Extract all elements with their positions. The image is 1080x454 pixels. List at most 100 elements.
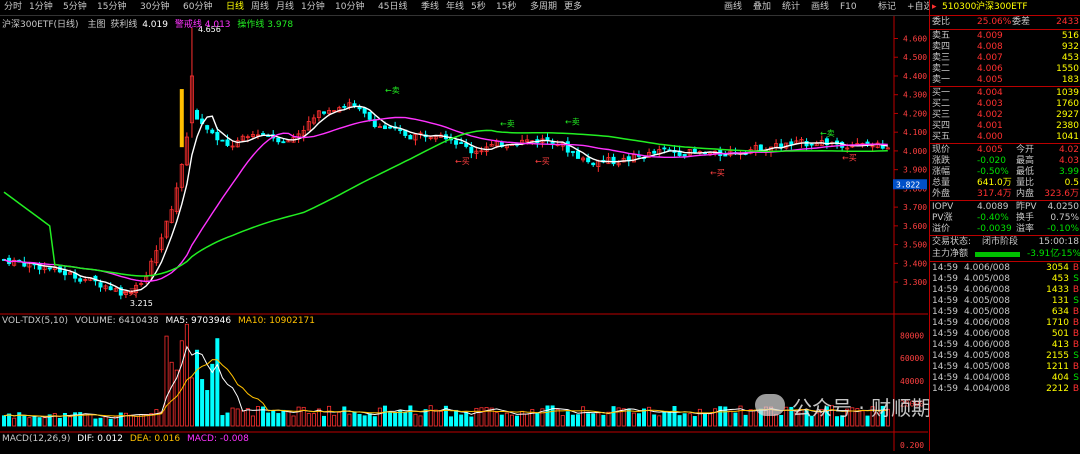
toolbar-btn-3[interactable]: 画线 xyxy=(811,1,829,14)
toolbar-btn-1[interactable]: 叠加 xyxy=(753,1,771,14)
period-tab-1[interactable]: 1分钟 xyxy=(29,1,53,14)
divider-2 xyxy=(930,86,1080,87)
ask-row-3: 卖二 4.006 1550 xyxy=(930,64,1080,75)
tick-flag-1: S xyxy=(1073,274,1079,284)
weicha-label: 委差 xyxy=(1012,17,1031,27)
stat-label-b-0: 今开 xyxy=(1016,145,1035,155)
tick-price-3: 4.005/008 xyxy=(964,296,1010,306)
vol-bar-48 xyxy=(245,408,250,427)
vol-bar-74 xyxy=(377,407,382,427)
ask-label-1: 卖四 xyxy=(932,42,951,52)
period-tab-2[interactable]: 5分钟 xyxy=(63,1,87,14)
vol-bar-97 xyxy=(494,412,499,427)
period-tab-9[interactable]: 1分钟 xyxy=(301,1,325,14)
period-tab-8[interactable]: 月线 xyxy=(276,1,294,14)
vol-bar-55 xyxy=(281,409,286,427)
candle-body-70 xyxy=(357,106,362,110)
vol-bar-98 xyxy=(499,414,504,427)
ask-vol-2: 453 xyxy=(1061,53,1079,63)
tick-vol-0: 3054 xyxy=(1046,263,1069,273)
vol-legend-ma10: MA10: 10902171 xyxy=(237,316,316,326)
kline-chart[interactable]: 4.600 4.500 4.400 4.300 4.200 4.100 4.000 3.900… xyxy=(0,16,928,451)
vol-legend-volume: VOLUME: 6410438 xyxy=(74,316,159,326)
title-flag-icon: ▸ xyxy=(932,2,937,12)
vol-bar-90 xyxy=(459,414,464,427)
candle-body-38 xyxy=(195,110,200,120)
stat-label-b-4: 内盘 xyxy=(1016,189,1035,199)
vol-bar-91 xyxy=(464,412,469,427)
side-code: 510300 xyxy=(942,2,977,12)
period-tab-10[interactable]: 10分钟 xyxy=(335,1,364,14)
vol-bar-57 xyxy=(291,415,296,427)
vol-bar-11 xyxy=(57,417,62,427)
tick-price-8: 4.005/008 xyxy=(964,351,1010,361)
iopv-label-a-2: 溢价 xyxy=(932,224,951,234)
vol-bar-60 xyxy=(306,413,311,427)
vol-bar-114 xyxy=(581,406,586,427)
candle-body-92 xyxy=(469,146,474,154)
tick-vol-1: 453 xyxy=(1051,274,1069,284)
price-axis-label-6: 4.000 xyxy=(903,147,927,156)
tick-price-7: 4.006/008 xyxy=(964,340,1010,350)
divider-3 xyxy=(930,143,1080,144)
tick-flag-9: B xyxy=(1072,362,1079,372)
toolbar-btn-2[interactable]: 统计 xyxy=(782,1,800,14)
period-tab-5[interactable]: 60分钟 xyxy=(183,1,212,14)
side-title: ▸ 510300 沪深300ETF xyxy=(930,2,1080,15)
bid-row-1: 买二 4.003 1760 xyxy=(930,99,1080,110)
iopv-row-0: IOPV 4.0089 昨PV 4.0250 xyxy=(930,202,1080,213)
period-tab-4[interactable]: 30分钟 xyxy=(140,1,169,14)
bid-price-1: 4.003 xyxy=(977,99,1003,109)
macd-legend-dea: DEA: 0.016 xyxy=(129,434,181,444)
vol-bar-92 xyxy=(469,416,474,427)
vol-bar-143 xyxy=(728,410,733,427)
vol-bar-19 xyxy=(98,417,103,427)
tick-flag-3: S xyxy=(1073,296,1079,306)
vol-bar-36 xyxy=(184,323,189,427)
period-tab-3[interactable]: 15分钟 xyxy=(97,1,126,14)
legend-mode[interactable]: 主图 xyxy=(87,20,105,30)
period-tab-11[interactable]: 45日线 xyxy=(378,1,407,14)
trade-time: 15:00:18 xyxy=(1038,237,1079,247)
tick-vol-4: 634 xyxy=(1051,307,1069,317)
iopv-value-b-1: 0.75% xyxy=(1050,213,1079,223)
period-tab-0[interactable]: 分时 xyxy=(4,1,22,14)
vol-bar-81 xyxy=(413,413,418,427)
period-tab-17[interactable]: 更多 xyxy=(564,1,582,14)
period-tab-6[interactable]: 日线 xyxy=(226,1,244,14)
period-tab-14[interactable]: 5秒 xyxy=(471,1,486,14)
vol-bar-68 xyxy=(347,413,352,427)
tick-row-9: 14:59 4.005/008 1211 B xyxy=(930,362,1080,373)
stat-row-3: 总量 641.0万 量比 0.5 xyxy=(930,178,1080,189)
vol-bar-8 xyxy=(42,417,47,427)
vol-bar-61 xyxy=(311,413,316,427)
period-tab-12[interactable]: 季线 xyxy=(421,1,439,14)
bid-price-0: 4.004 xyxy=(977,88,1003,98)
period-tab-7[interactable]: 周线 xyxy=(251,1,269,14)
toolbar-btn-4[interactable]: F10 xyxy=(840,1,857,14)
toolbar-btn-5[interactable]: 标记 xyxy=(878,1,896,14)
vol-bar-130 xyxy=(662,411,667,427)
divider-5 xyxy=(930,235,1080,236)
stat-label-a-0: 现价 xyxy=(932,145,951,155)
period-tab-15[interactable]: 15秒 xyxy=(496,1,516,14)
vol-bar-73 xyxy=(372,416,377,427)
candle-body-42 xyxy=(215,131,220,141)
candle-body-116 xyxy=(591,162,596,166)
toolbar-btn-0[interactable]: 画线 xyxy=(724,1,742,14)
vol-bar-112 xyxy=(570,414,575,427)
vol-bar-18 xyxy=(93,418,98,427)
period-tab-16[interactable]: 多周期 xyxy=(530,1,557,14)
buy-signal-3: ←买 xyxy=(710,168,725,177)
candle-body-67 xyxy=(342,106,347,108)
bid-row-4: 买五 4.000 1041 xyxy=(930,132,1080,143)
period-tab-13[interactable]: 年线 xyxy=(446,1,464,14)
legend-line2-value: 3.978 xyxy=(267,20,294,30)
stat-value-b-0: 4.02 xyxy=(1058,145,1079,155)
vol-bar-140 xyxy=(713,408,718,427)
vol-bar-25 xyxy=(128,414,133,427)
vol-bar-85 xyxy=(433,409,438,427)
kline-svg[interactable]: 4.600 4.500 4.400 4.300 4.200 4.100 4.000 3.900… xyxy=(0,16,928,451)
main-net-value: -3.91亿 xyxy=(1027,249,1060,259)
vol-bar-45 xyxy=(230,407,235,427)
